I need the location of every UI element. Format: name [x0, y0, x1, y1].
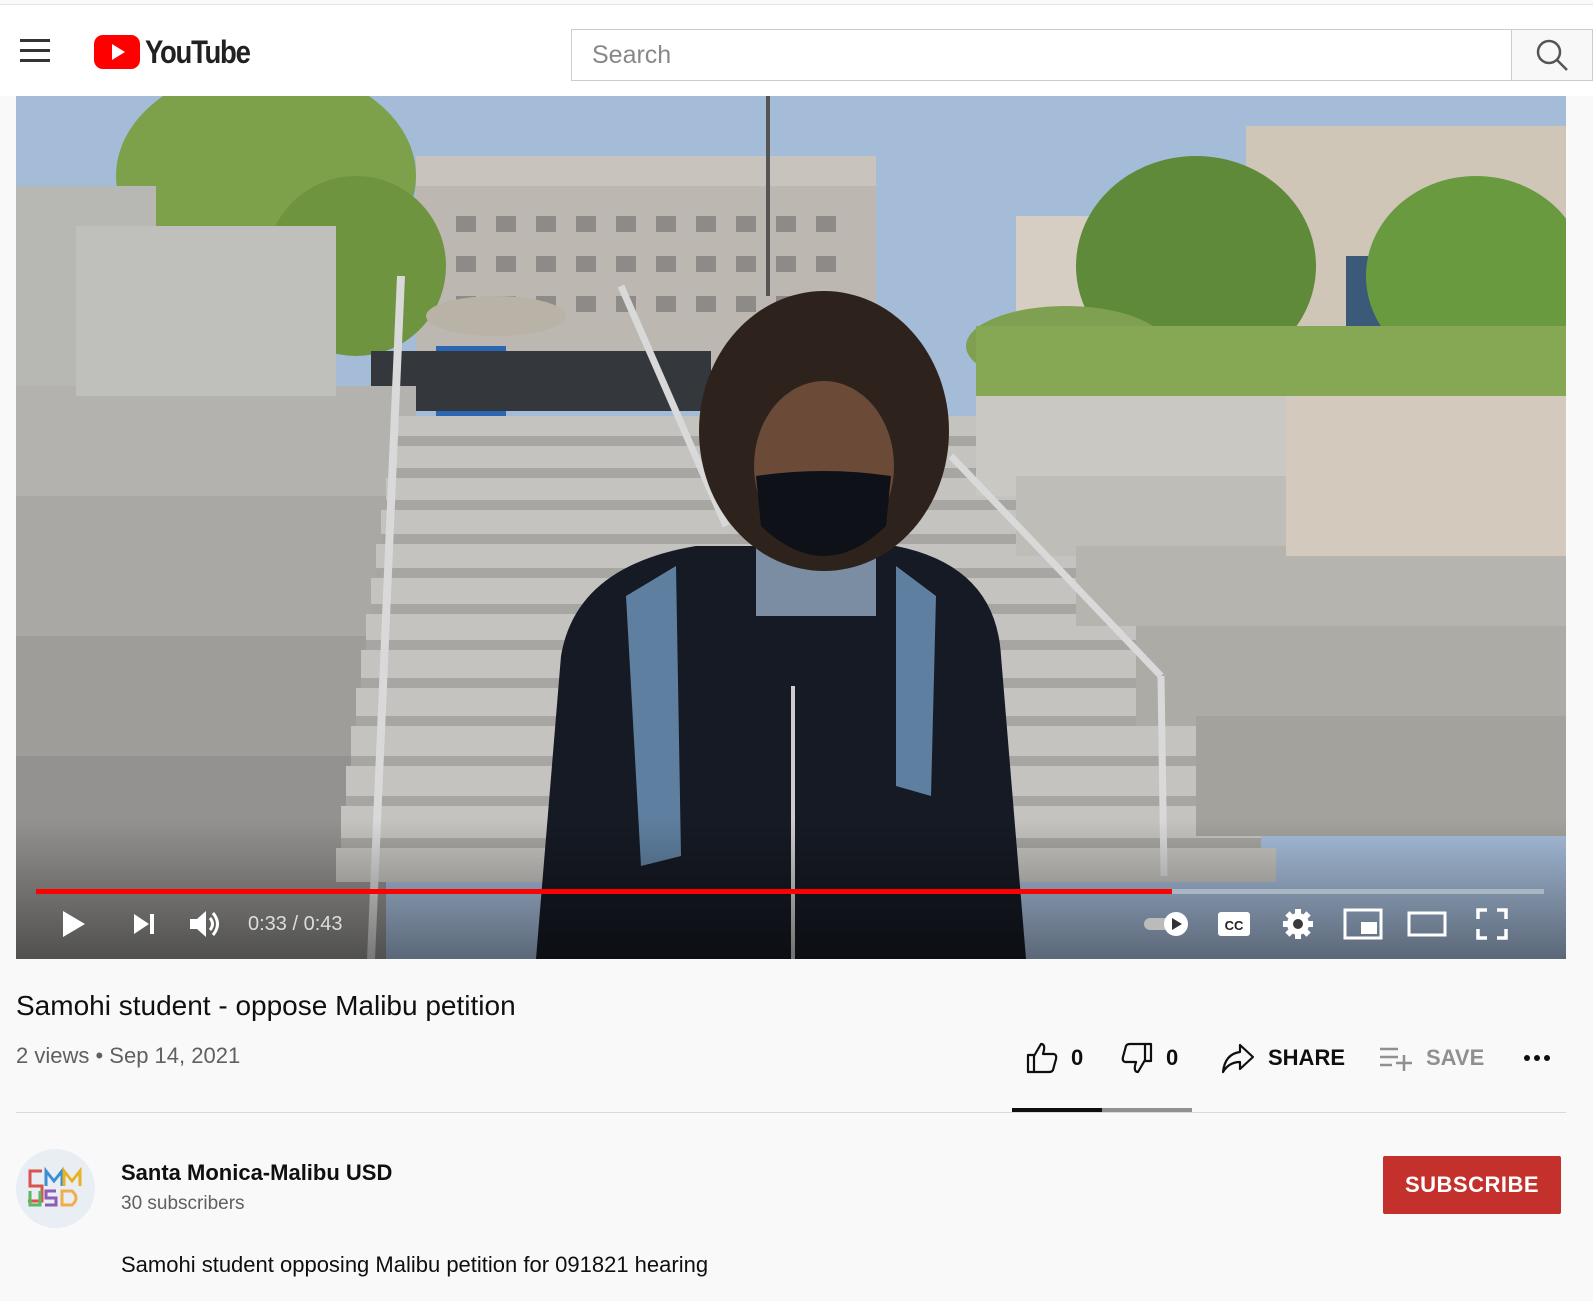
fullscreen-icon — [1476, 908, 1508, 940]
channel-avatar[interactable] — [16, 1149, 95, 1228]
masthead: YouTube — [0, 4, 1593, 96]
search-input[interactable] — [592, 40, 1511, 70]
subscriber-count: 30 subscribers — [121, 1193, 245, 1214]
menu-icon[interactable] — [20, 39, 50, 63]
next-button[interactable] — [126, 902, 162, 946]
captions-icon: CC — [1218, 912, 1250, 936]
add-to-playlist-icon — [1380, 1047, 1412, 1071]
fullscreen-button[interactable] — [1472, 902, 1512, 946]
channel-name[interactable]: Santa Monica-Malibu USD — [121, 1160, 392, 1186]
theater-mode-icon — [1407, 911, 1447, 937]
theater-mode-button[interactable] — [1406, 902, 1448, 946]
thumbs-up-icon — [1026, 1042, 1058, 1074]
play-button[interactable] — [56, 902, 92, 946]
miniplayer-button[interactable] — [1342, 902, 1384, 946]
save-button[interactable]: SAVE — [1378, 1036, 1484, 1080]
time-display: 0:33 / 0:43 — [248, 913, 343, 935]
share-icon — [1221, 1043, 1255, 1074]
play-icon — [63, 911, 85, 937]
divider — [16, 1112, 1566, 1113]
logo-text: YouTube — [145, 33, 251, 70]
svg-text:CC: CC — [1225, 918, 1244, 933]
more-actions-button[interactable] — [1520, 1036, 1554, 1080]
like-button[interactable]: 0 — [1025, 1036, 1083, 1080]
settings-button[interactable] — [1278, 902, 1318, 946]
video-title: Samohi student - oppose Malibu petition — [16, 990, 516, 1021]
youtube-logo[interactable]: YouTube — [94, 33, 267, 70]
progress-bar-fill — [36, 889, 1172, 894]
player-controls: 0:33 / 0:43 CC — [16, 896, 1566, 956]
video-description: Samohi student opposing Malibu petition … — [121, 1252, 709, 1277]
dislike-count: 0 — [1166, 1045, 1179, 1070]
more-horizontal-icon — [1524, 1055, 1550, 1061]
next-icon — [134, 914, 154, 934]
search-box[interactable] — [571, 29, 1511, 81]
search-button[interactable] — [1511, 29, 1593, 81]
share-label: SHARE — [1268, 1045, 1346, 1070]
save-label: SAVE — [1426, 1045, 1485, 1070]
channel-logo-icon — [28, 1166, 82, 1207]
video-meta: 2 views • Sep 14, 2021 — [16, 1043, 241, 1068]
thumbs-down-icon — [1121, 1042, 1153, 1074]
dislike-button[interactable]: 0 — [1120, 1036, 1178, 1080]
miniplayer-icon — [1343, 908, 1383, 940]
subscribe-button[interactable]: SUBSCRIBE — [1383, 1156, 1561, 1214]
youtube-logo-icon — [94, 35, 140, 69]
search-icon — [1536, 39, 1568, 71]
captions-button[interactable]: CC — [1214, 902, 1254, 946]
share-button[interactable]: SHARE — [1220, 1036, 1345, 1080]
autoplay-toggle-icon — [1144, 912, 1188, 936]
like-count: 0 — [1071, 1045, 1084, 1070]
volume-button[interactable] — [186, 902, 226, 946]
volume-icon — [190, 911, 219, 937]
settings-icon — [1283, 909, 1313, 939]
progress-bar[interactable] — [36, 889, 1544, 894]
autoplay-toggle[interactable] — [1141, 902, 1193, 946]
video-player[interactable]: 0:33 / 0:43 CC — [16, 96, 1566, 959]
